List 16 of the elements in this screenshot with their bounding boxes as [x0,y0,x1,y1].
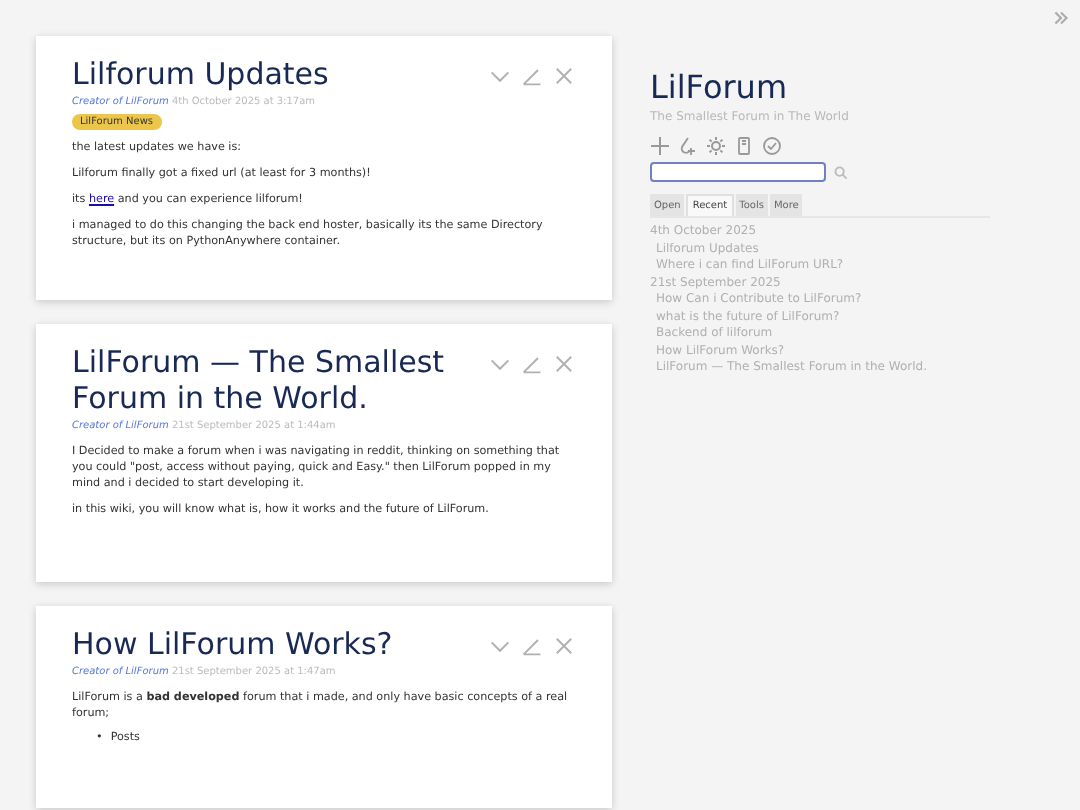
tiddler-title: How LilForum Works? [72,625,395,662]
document-icon[interactable] [734,136,754,156]
close-icon[interactable] [552,633,576,658]
double-chevron-icon[interactable] [1054,10,1068,26]
tiddler-title: Lilforum Updates [72,56,331,92]
plus-icon[interactable] [650,136,670,156]
site-title: LilForum [650,68,790,106]
pencil-icon[interactable] [520,64,544,88]
pencil-icon[interactable] [520,633,544,658]
search-field[interactable] [650,162,826,182]
check-circle-icon[interactable] [762,136,782,156]
close-icon[interactable] [552,64,576,88]
close-icon[interactable] [552,351,576,376]
tiddler-title: LilForum — The Smallest Forum in the World. [72,343,447,416]
search-icon[interactable] [834,165,848,179]
pencil-icon[interactable] [520,351,544,376]
